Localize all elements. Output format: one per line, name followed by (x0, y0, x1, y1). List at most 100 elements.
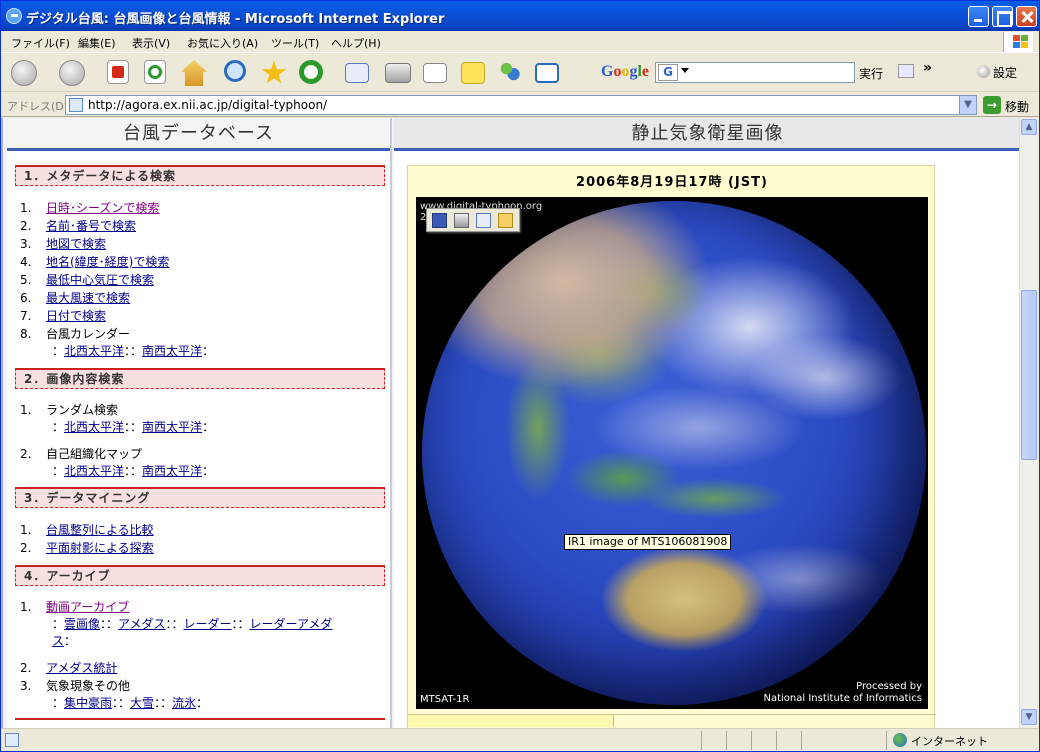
google-dropdown-icon[interactable] (681, 68, 689, 73)
section-next-partial (15, 718, 385, 728)
status-divider (751, 731, 752, 750)
scroll-up-icon[interactable]: ▲ (1021, 119, 1037, 135)
address-url[interactable]: http://agora.ex.nii.ac.jp/digital-typhoo… (88, 98, 327, 112)
link-som-nw-pacific[interactable]: 北西太平洋 (64, 464, 124, 478)
satellite-image-panel: 2006年8月19日17時 (JST) www.digital-typhoon.… (407, 165, 936, 728)
link-name-search[interactable]: 名前･番号で検索 (46, 219, 136, 233)
right-pane: 静止気象衛星画像 2006年8月19日17時 (JST) www.digital… (394, 118, 1021, 728)
link-alignment-compare[interactable]: 台風整列による比較 (46, 523, 154, 537)
messenger-icon[interactable] (498, 62, 522, 84)
mail-image-icon[interactable] (476, 213, 491, 228)
menu-view[interactable]: 表示(V) (132, 35, 170, 51)
print-icon[interactable] (385, 63, 411, 83)
menu-edit[interactable]: 編集(E) (78, 35, 116, 51)
scroll-thumb[interactable] (1021, 290, 1037, 460)
print-image-icon[interactable] (454, 213, 469, 228)
address-label: アドレス(D) (7, 100, 69, 113)
link-map-search[interactable]: 地図で検索 (46, 237, 106, 251)
link-projection-explore[interactable]: 平面射影による探索 (46, 541, 154, 555)
toolbar: Google G 実行 » 設定 (1, 54, 1039, 92)
back-icon[interactable] (11, 60, 37, 86)
favorites-icon[interactable] (261, 60, 287, 84)
satellite-image[interactable]: www.digital-typhoon.org 2 C MTSAT-1R Pro… (416, 197, 928, 709)
status-divider (776, 731, 777, 750)
link-random-nw-pacific[interactable]: 北西太平洋 (64, 420, 124, 434)
link-som-sw-pacific[interactable]: 南西太平洋 (142, 464, 202, 478)
maximize-button[interactable] (992, 6, 1013, 27)
link-heavy-snow[interactable]: 大雪 (130, 696, 154, 710)
stop-icon[interactable] (107, 60, 129, 84)
search-icon[interactable] (224, 60, 246, 82)
open-folder-icon[interactable] (498, 213, 513, 228)
window-title: デジタル台風: 台風画像と台風情報 - Microsoft Internet E… (26, 12, 445, 27)
link-date-search[interactable]: 日付で検索 (46, 309, 106, 323)
title-bar: デジタル台風: 台風画像と台風情報 - Microsoft Internet E… (1, 1, 1039, 31)
video-archive-links-cont: ス： (52, 634, 77, 648)
link-calendar-nw-pacific[interactable]: 北西太平洋 (64, 344, 124, 358)
link-video-archive[interactable]: 動画アーカイブ (46, 600, 129, 614)
link-pressure-search[interactable]: 最低中心気圧で検索 (46, 273, 154, 287)
link-radar-amedas[interactable]: レーダーアメダ (250, 617, 333, 631)
settings-icon[interactable] (977, 65, 990, 78)
google-go-button[interactable]: 実行 (859, 65, 883, 82)
settings-button[interactable]: 設定 (993, 64, 1017, 81)
forward-icon[interactable] (59, 60, 85, 86)
list-item: 2. アメダス統計 (20, 661, 118, 675)
section-data-mining: 3．データマイニング (15, 487, 385, 508)
more-icon[interactable]: » (923, 60, 932, 76)
image-tab[interactable] (408, 715, 614, 727)
list-item: 5. 最低中心気圧で検索 (20, 273, 155, 287)
save-image-icon[interactable] (432, 213, 447, 228)
image-datetime: 2006年8月19日17時 (JST) (576, 175, 768, 190)
ie-icon (6, 8, 22, 24)
status-page-icon (5, 733, 19, 747)
right-pane-title: 静止気象衛星画像 (394, 118, 1021, 151)
link-datetime-search[interactable]: 日時･シーズンで検索 (46, 201, 159, 215)
link-wind-search[interactable]: 最大風速で検索 (46, 291, 130, 305)
address-input[interactable]: http://agora.ex.nii.ac.jp/digital-typhoo… (65, 95, 977, 115)
random-search-links: ：北西太平洋：：南西太平洋： (52, 420, 215, 434)
history-icon[interactable] (299, 60, 323, 84)
google-g-icon[interactable]: G (658, 64, 678, 81)
discuss-icon[interactable] (461, 62, 485, 84)
bookmark-icon[interactable] (898, 64, 914, 78)
research-icon[interactable] (535, 63, 559, 83)
edit-icon[interactable] (423, 63, 447, 83)
refresh-icon[interactable] (144, 60, 166, 84)
link-radar[interactable]: レーダー (183, 617, 231, 631)
section-image-search: 2．画像内容検索 (15, 368, 385, 389)
link-random-sw-pacific[interactable]: 南西太平洋 (142, 420, 202, 434)
link-place-search[interactable]: 地名(緯度･経度)で検索 (46, 255, 169, 269)
link-heavy-rain[interactable]: 集中豪雨 (64, 696, 112, 710)
menu-help[interactable]: ヘルプ(H) (331, 35, 381, 51)
menu-favorites[interactable]: お気に入り(A) (187, 35, 258, 51)
mail-icon[interactable] (345, 63, 369, 83)
link-radar-amedas-cont[interactable]: ス (52, 634, 64, 648)
som-label: 自己組織化マップ (46, 447, 143, 461)
link-amedas[interactable]: アメダス (118, 617, 165, 631)
google-search-input[interactable]: G (655, 62, 855, 83)
minimize-button[interactable] (968, 6, 989, 27)
image-toolbar (426, 208, 520, 232)
internet-zone-icon (893, 733, 907, 747)
address-dropdown-icon[interactable]: ▼ (959, 96, 976, 114)
scroll-down-icon[interactable]: ▼ (1021, 709, 1037, 725)
list-item: 3. 地図で検索 (20, 237, 107, 251)
vertical-scrollbar[interactable]: ▲ ▼ (1019, 118, 1037, 728)
home-icon[interactable] (181, 60, 207, 86)
go-arrow-icon[interactable]: → (983, 96, 1001, 114)
go-button[interactable]: 移動 (1005, 98, 1029, 115)
link-amedas-stats[interactable]: アメダス統計 (46, 661, 117, 675)
close-button[interactable] (1016, 6, 1037, 27)
menu-tools[interactable]: ツール(T) (271, 35, 319, 51)
list-item: 8. 台風カレンダー (20, 327, 131, 341)
earth-globe-image[interactable] (422, 201, 926, 705)
image-tab-strip (408, 714, 936, 727)
weather-other-label: 気象現象その他 (46, 679, 131, 693)
google-logo: Google (601, 63, 650, 80)
list-item: 1. 日時･シーズンで検索 (20, 201, 160, 215)
menu-file[interactable]: ファイル(F) (11, 35, 70, 51)
link-drift-ice[interactable]: 流氷 (172, 696, 196, 710)
link-cloud-images[interactable]: 雲画像 (64, 617, 100, 631)
link-calendar-sw-pacific[interactable]: 南西太平洋 (142, 344, 202, 358)
